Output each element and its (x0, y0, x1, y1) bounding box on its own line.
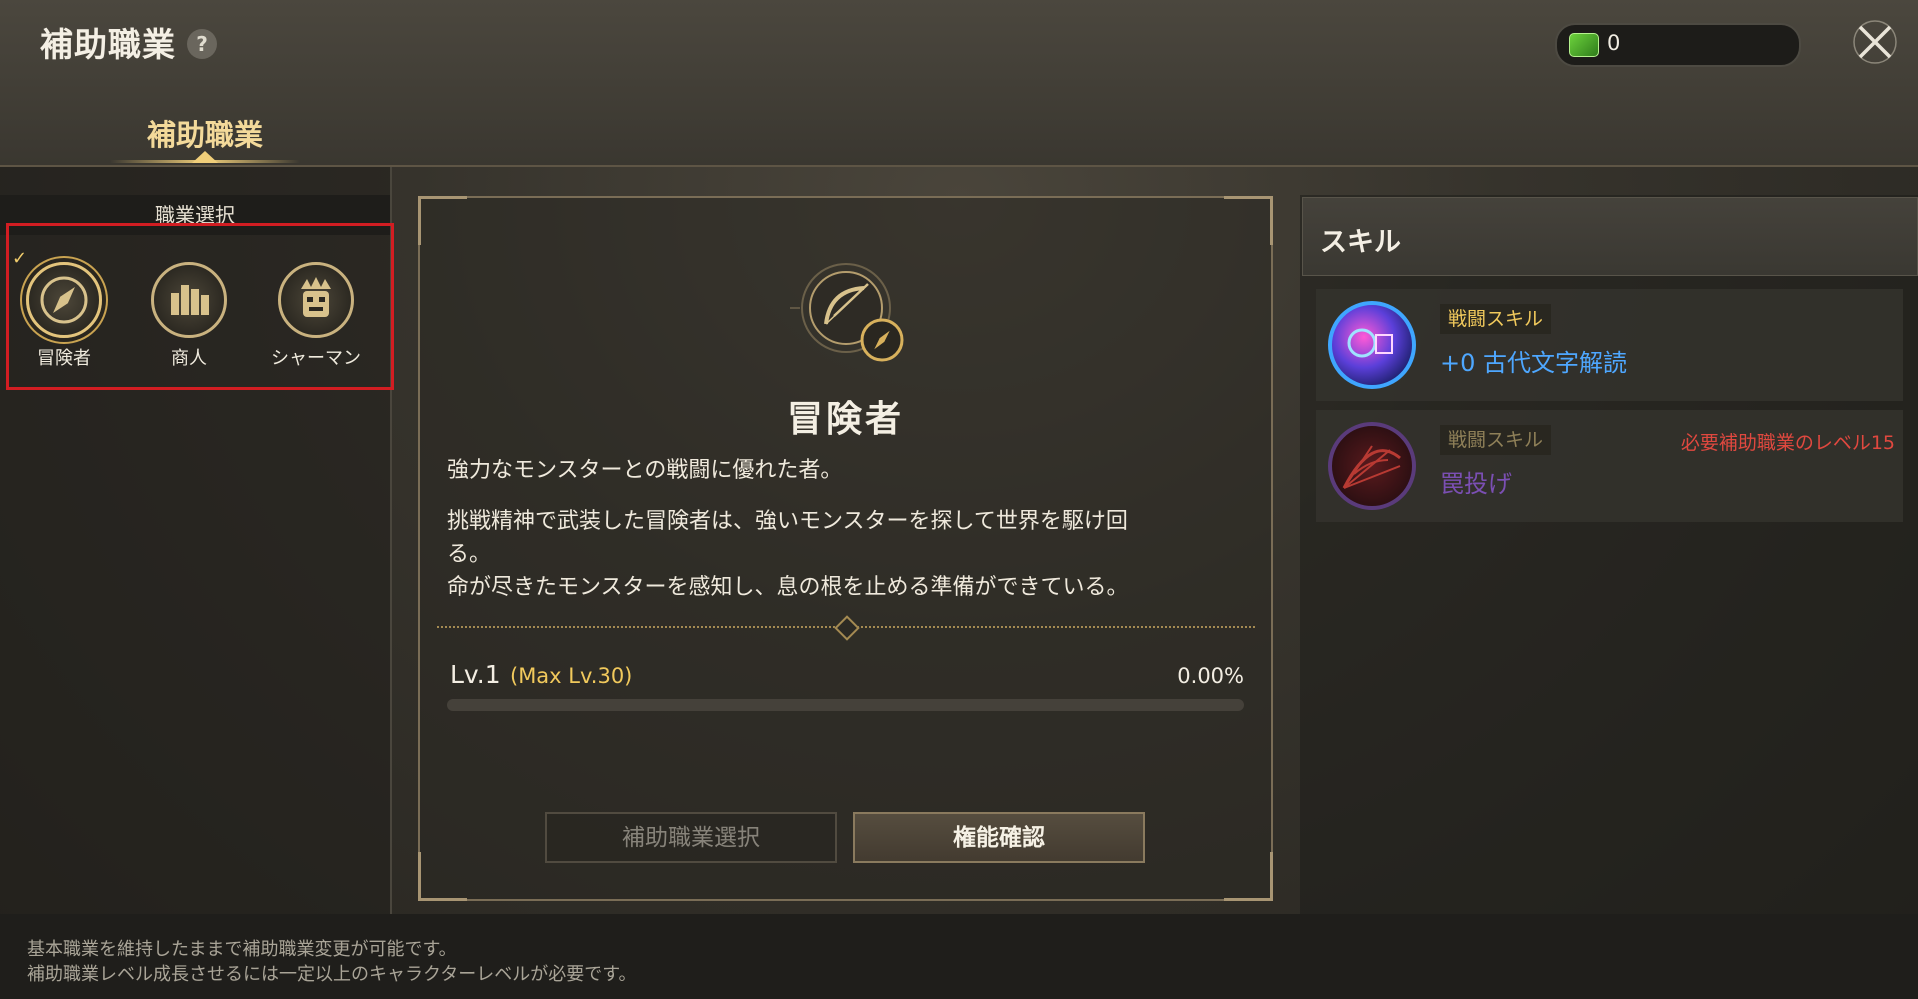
tab-active-notch (192, 151, 218, 163)
skill-name: 罠投げ (1440, 470, 1512, 498)
tab-sub-class[interactable]: 補助職業 (130, 112, 280, 154)
class-label: 冒険者 (37, 348, 91, 369)
footer-note: 基本職業を維持したままで補助職業変更が可能です。 (27, 939, 457, 960)
skill-type-tag: 戦闘スキル (1440, 304, 1552, 334)
confirm-authority-button[interactable]: 権能確認 (853, 812, 1145, 863)
ornament-corner (418, 196, 467, 245)
select-sub-class-button[interactable]: 補助職業選択 (545, 812, 837, 863)
class-label: シャーマン (271, 348, 361, 369)
skill-header-title: スキル (1320, 227, 1401, 258)
class-long-description: 挑戦精神で武装した冒険者は、強いモンスターを探して世界を駆け回 る。 命が尽きた… (447, 505, 1227, 604)
ancient-script-icon (1328, 301, 1416, 389)
skill-card-locked[interactable]: 戦闘スキル 必要補助職業のレベル15 罠投げ (1316, 410, 1903, 522)
page-title: 補助職業 (40, 25, 176, 64)
skill-type-tag: 戦闘スキル (1440, 425, 1552, 455)
class-selector: 冒険者 商人 シャーマン (6, 223, 394, 390)
skill-card[interactable]: 戦闘スキル +0 古代文字解読 (1316, 289, 1903, 401)
ornament-corner (1224, 852, 1273, 901)
class-item-merchant[interactable]: 商人 (134, 262, 244, 370)
footer-note: 補助職業レベル成長させるには一定以上のキャラクターレベルが必要です。 (27, 964, 637, 985)
class-name: 冒険者 (786, 399, 904, 440)
class-item-adventurer[interactable]: 冒険者 (9, 262, 119, 370)
class-short-description: 強力なモンスターとの戦闘に優れた者。 (447, 458, 843, 483)
ornament-corner (1224, 196, 1273, 245)
question-icon[interactable]: ? (187, 29, 217, 59)
green-ticket-icon (1569, 33, 1599, 57)
bow-compass-icon (660, 250, 910, 370)
max-level: (Max Lv.30) (510, 664, 633, 688)
compass-icon (26, 262, 102, 338)
totem-mask-icon (278, 262, 354, 338)
net-trap-icon (1328, 422, 1416, 510)
skill-name: +0 古代文字解読 (1440, 349, 1628, 377)
coins-icon (151, 262, 227, 338)
current-level: Lv.1 (450, 660, 501, 689)
class-label: 商人 (171, 348, 207, 369)
description-line: 挑戦精神で武装した冒険者は、強いモンスターを探して世界を駆け回 (447, 509, 1128, 534)
ornament-corner (418, 852, 467, 901)
class-item-shaman[interactable]: シャーマン (261, 262, 371, 370)
description-line: る。 (447, 542, 492, 567)
skill-requirement: 必要補助職業のレベル15 (1680, 432, 1895, 454)
description-line: 命が尽きたモンスターを感知し、息の根を止める準備ができている。 (447, 575, 1129, 600)
currency-display: 0 (1555, 23, 1801, 67)
close-icon[interactable] (1850, 17, 1900, 67)
xp-progress-bar (447, 699, 1244, 711)
progress-percent: 0.00% (1177, 664, 1244, 688)
currency-value: 0 (1607, 31, 1621, 55)
